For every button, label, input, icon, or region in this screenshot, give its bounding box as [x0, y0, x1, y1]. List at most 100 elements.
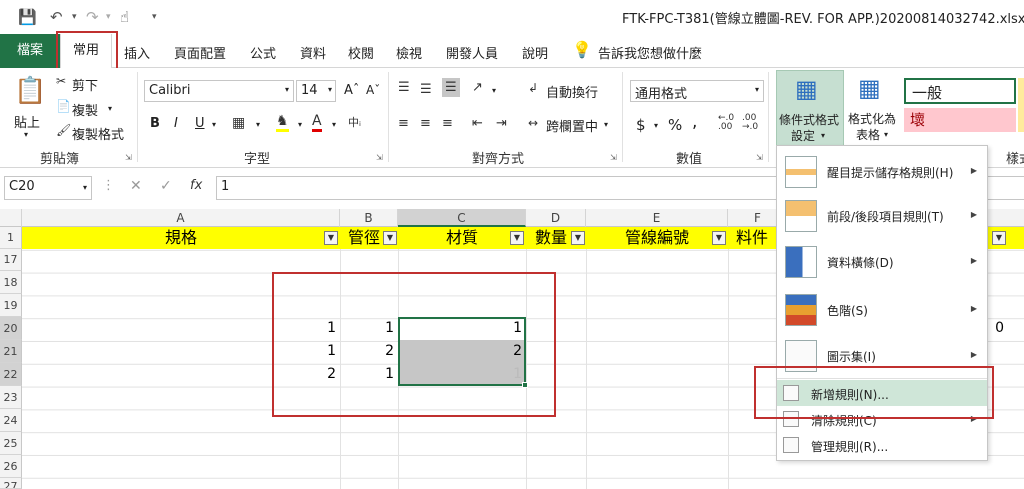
header-cell-far[interactable]: ▼ [988, 227, 1024, 249]
number-launcher-icon[interactable]: ⇲ [756, 153, 763, 162]
format-as-table-icon[interactable]: ▦ [858, 74, 881, 102]
align-middle-icon[interactable]: ☰ [420, 82, 432, 97]
align-center-icon[interactable]: ≡ [420, 116, 431, 131]
increase-decimal-icon[interactable]: ←.0.00 [718, 114, 734, 132]
enter-icon[interactable]: ✓ [160, 178, 172, 194]
tab-data[interactable]: 資料 [300, 43, 326, 62]
tab-view[interactable]: 檢視 [396, 43, 422, 62]
merge-dropdown-icon[interactable]: ▾ [604, 120, 608, 129]
row-header-27[interactable]: 27 [0, 478, 22, 489]
paste-dropdown-icon[interactable]: ▾ [24, 130, 28, 139]
header-cell-d[interactable]: 數量 ▼ [526, 227, 586, 249]
font-name-select[interactable]: Calibri ▾ [144, 80, 294, 102]
tab-file[interactable]: 檔案 [0, 34, 60, 68]
column-header-e[interactable]: E [586, 209, 728, 227]
align-right-icon[interactable]: ≡ [442, 116, 453, 131]
copy-button[interactable]: 複製 [72, 100, 98, 119]
row-header-25[interactable]: 25 [0, 432, 22, 455]
filter-dropdown-icon[interactable]: ▼ [510, 231, 524, 245]
row-header-23[interactable]: 23 [0, 386, 22, 409]
bold-button[interactable]: B [150, 116, 160, 131]
customize-qat-icon[interactable]: ▾ [152, 12, 157, 22]
row-header-22[interactable]: 22 [0, 363, 22, 386]
underline-dropdown-icon[interactable]: ▾ [212, 120, 216, 129]
row-header-20[interactable]: 20 [0, 317, 22, 340]
select-all-corner[interactable] [0, 209, 22, 227]
cut-button[interactable]: 剪下 [72, 75, 98, 94]
column-header-c[interactable]: C [398, 209, 526, 227]
wrap-text-button[interactable]: 自動換行 [546, 82, 598, 101]
tab-help[interactable]: 說明 [522, 43, 548, 62]
style-neutral-partial[interactable] [1018, 78, 1024, 132]
alignment-launcher-icon[interactable]: ⇲ [610, 153, 617, 162]
redo-icon[interactable]: ↷ [86, 8, 99, 26]
header-cell-e[interactable]: 管線編號 ▼ [586, 227, 728, 249]
filter-dropdown-icon[interactable]: ▼ [712, 231, 726, 245]
style-normal[interactable]: 一般 [904, 78, 1016, 104]
border-dropdown-icon[interactable]: ▾ [256, 120, 260, 129]
copy-dropdown-icon[interactable]: ▾ [108, 104, 112, 113]
touch-mode-icon[interactable]: ☝ [120, 8, 129, 26]
filter-dropdown-icon[interactable]: ▼ [992, 231, 1006, 245]
row-header-26[interactable]: 26 [0, 455, 22, 478]
clipboard-launcher-icon[interactable]: ⇲ [125, 153, 132, 162]
menu-item-top-bottom[interactable]: 前段/後段項目規則(T) ▶ [777, 196, 987, 236]
fill-dropdown-icon[interactable]: ▾ [298, 120, 302, 129]
decrease-font-icon[interactable]: Aˇ [366, 83, 380, 97]
row-header-17[interactable]: 17 [0, 249, 22, 271]
filter-dropdown-icon[interactable]: ▼ [571, 231, 585, 245]
paste-icon[interactable]: 📋 [14, 76, 46, 106]
conditional-formatting-button[interactable]: ▦ 條件式格式 設定 ▾ [776, 70, 844, 146]
row-header-24[interactable]: 24 [0, 409, 22, 432]
tab-formulas[interactable]: 公式 [250, 43, 276, 62]
undo-dropdown-icon[interactable]: ▾ [72, 12, 77, 22]
tab-review[interactable]: 校閱 [348, 43, 374, 62]
tell-me-search[interactable]: 告訴我您想做什麼 [598, 43, 702, 62]
format-painter-button[interactable]: 複製格式 [72, 124, 124, 143]
decrease-decimal-icon[interactable]: .00 →.0 [742, 114, 758, 132]
header-cell-b[interactable]: 管徑 ▼ [340, 227, 398, 249]
header-cell-f[interactable]: 料件 [728, 227, 776, 249]
merge-center-button[interactable]: 跨欄置中 [546, 116, 598, 135]
font-color-dropdown-icon[interactable]: ▾ [332, 120, 336, 129]
phonetic-icon[interactable]: 中ᵢ [348, 114, 361, 130]
orientation-dropdown-icon[interactable]: ▾ [492, 86, 496, 95]
font-color-icon[interactable]: A [312, 113, 322, 132]
currency-dropdown-icon[interactable]: ▾ [654, 121, 658, 130]
save-icon[interactable]: 💾 [18, 8, 37, 26]
menu-item-manage-rules[interactable]: 管理規則(R)... [777, 432, 987, 458]
percent-button[interactable]: % [668, 116, 682, 134]
row-header-21[interactable]: 21 [0, 340, 22, 363]
format-as-table-label2[interactable]: 表格 [856, 126, 880, 143]
name-box[interactable]: C20 ▾ [4, 176, 92, 200]
tab-page-layout[interactable]: 頁面配置 [174, 43, 226, 62]
insert-function-icon[interactable]: fx [190, 178, 202, 193]
undo-icon[interactable]: ↶ [50, 8, 63, 26]
copy-icon[interactable]: 📄 [56, 99, 71, 113]
column-header-a[interactable]: A [22, 209, 340, 227]
redo-dropdown-icon[interactable]: ▾ [106, 12, 111, 22]
tab-insert[interactable]: 插入 [124, 43, 150, 62]
tab-developer[interactable]: 開發人員 [446, 43, 498, 62]
menu-item-data-bars[interactable]: 資料橫條(D) ▶ [777, 242, 987, 282]
border-icon[interactable]: ▦ [232, 115, 245, 131]
column-header-b[interactable]: B [340, 209, 398, 227]
align-bottom-icon[interactable]: ☰ [442, 78, 460, 97]
row-header-19[interactable]: 19 [0, 294, 22, 317]
decrease-indent-icon[interactable]: ⇤ [472, 116, 483, 131]
filter-dropdown-icon[interactable]: ▼ [324, 231, 338, 245]
format-painter-icon[interactable]: 🖌 [56, 123, 71, 137]
scissors-icon[interactable]: ✂ [56, 74, 66, 88]
font-launcher-icon[interactable]: ⇲ [376, 153, 383, 162]
column-header-d[interactable]: D [526, 209, 586, 227]
align-top-icon[interactable]: ☰ [398, 80, 410, 95]
header-cell-a[interactable]: 規格 ▼ [22, 227, 340, 249]
underline-button[interactable]: U [195, 116, 205, 131]
format-as-table-button[interactable]: 格式化為 [848, 110, 896, 127]
increase-indent-icon[interactable]: ⇥ [496, 116, 507, 131]
increase-font-icon[interactable]: Aˆ [344, 83, 359, 98]
comma-button[interactable]: , [692, 112, 697, 132]
filter-dropdown-icon[interactable]: ▼ [383, 231, 397, 245]
menu-item-highlight-cells[interactable]: 醒目提示儲存格規則(H) ▶ [777, 152, 987, 192]
wrap-text-icon[interactable]: ↲ [528, 81, 538, 95]
